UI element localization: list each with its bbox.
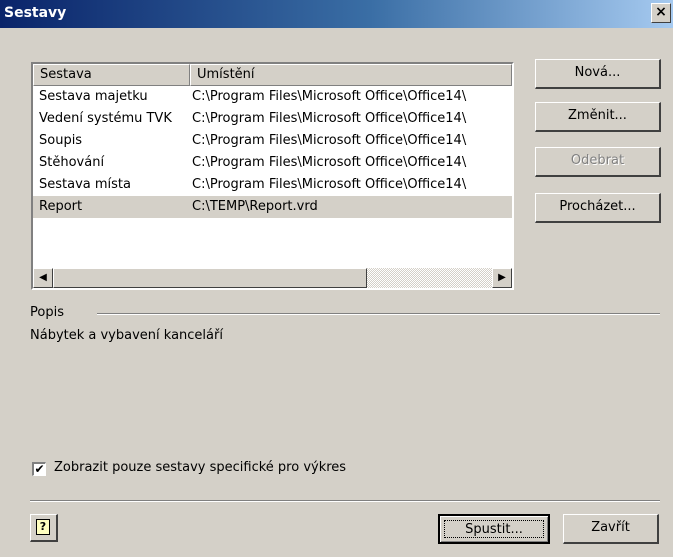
filter-checkbox[interactable]: ✔ <box>32 462 46 476</box>
report-name: Report <box>39 199 83 214</box>
list-item[interactable]: Sestava majetku C:\Program Files\Microso… <box>33 86 512 108</box>
reports-list[interactable]: Sestava Umístění Sestava majetku C:\Prog… <box>31 62 514 290</box>
list-item[interactable]: Vedení systému TVK C:\Program Files\Micr… <box>33 108 512 130</box>
scroll-right-icon[interactable]: ▶ <box>492 268 512 288</box>
run-button-label: Spustit... <box>444 520 544 538</box>
column-header-umisteni[interactable]: Umístění <box>190 64 512 86</box>
report-name: Stěhování <box>39 155 105 170</box>
description-text: Nábytek a vybavení kanceláří <box>30 328 223 343</box>
filter-checkbox-label[interactable]: Zobrazit pouze sestavy specifické pro vý… <box>54 460 346 475</box>
window-title: Sestavy <box>4 5 67 21</box>
title-bar: Sestavy × <box>0 0 673 28</box>
list-item[interactable]: Soupis C:\Program Files\Microsoft Office… <box>33 130 512 152</box>
description-divider <box>97 313 660 315</box>
browse-button[interactable]: Procházet... <box>535 193 661 223</box>
report-name: Soupis <box>39 133 83 148</box>
report-name: Vedení systému TVK <box>39 111 172 126</box>
footer-divider <box>30 500 660 502</box>
scroll-left-icon[interactable]: ◀ <box>33 268 53 288</box>
report-location: C:\TEMP\Report.vrd <box>192 199 318 214</box>
help-button[interactable]: ? <box>30 514 58 542</box>
column-header-sestava[interactable]: Sestava <box>33 64 190 86</box>
report-name: Sestava místa <box>39 177 131 192</box>
close-window-button[interactable]: × <box>651 3 671 23</box>
new-button[interactable]: Nová... <box>535 59 661 89</box>
help-icon: ? <box>36 519 50 535</box>
run-button[interactable]: Spustit... <box>438 514 550 544</box>
report-location: C:\Program Files\Microsoft Office\Office… <box>192 111 467 126</box>
report-location: C:\Program Files\Microsoft Office\Office… <box>192 177 467 192</box>
edit-button[interactable]: Změnit... <box>535 102 661 132</box>
scroll-thumb[interactable] <box>53 268 367 288</box>
list-item-selected[interactable]: Report C:\TEMP\Report.vrd <box>33 196 512 218</box>
list-item[interactable]: Stěhování C:\Program Files\Microsoft Off… <box>33 152 512 174</box>
remove-button[interactable]: Odebrat <box>535 147 661 177</box>
close-button[interactable]: Zavřít <box>563 514 659 544</box>
horizontal-scrollbar[interactable]: ◀ ▶ <box>33 268 512 288</box>
list-header: Sestava Umístění <box>33 64 512 86</box>
report-location: C:\Program Files\Microsoft Office\Office… <box>192 89 467 104</box>
report-location: C:\Program Files\Microsoft Office\Office… <box>192 155 467 170</box>
description-label: Popis <box>30 305 64 320</box>
report-name: Sestava majetku <box>39 89 148 104</box>
list-item[interactable]: Sestava místa C:\Program Files\Microsoft… <box>33 174 512 196</box>
report-location: C:\Program Files\Microsoft Office\Office… <box>192 133 467 148</box>
